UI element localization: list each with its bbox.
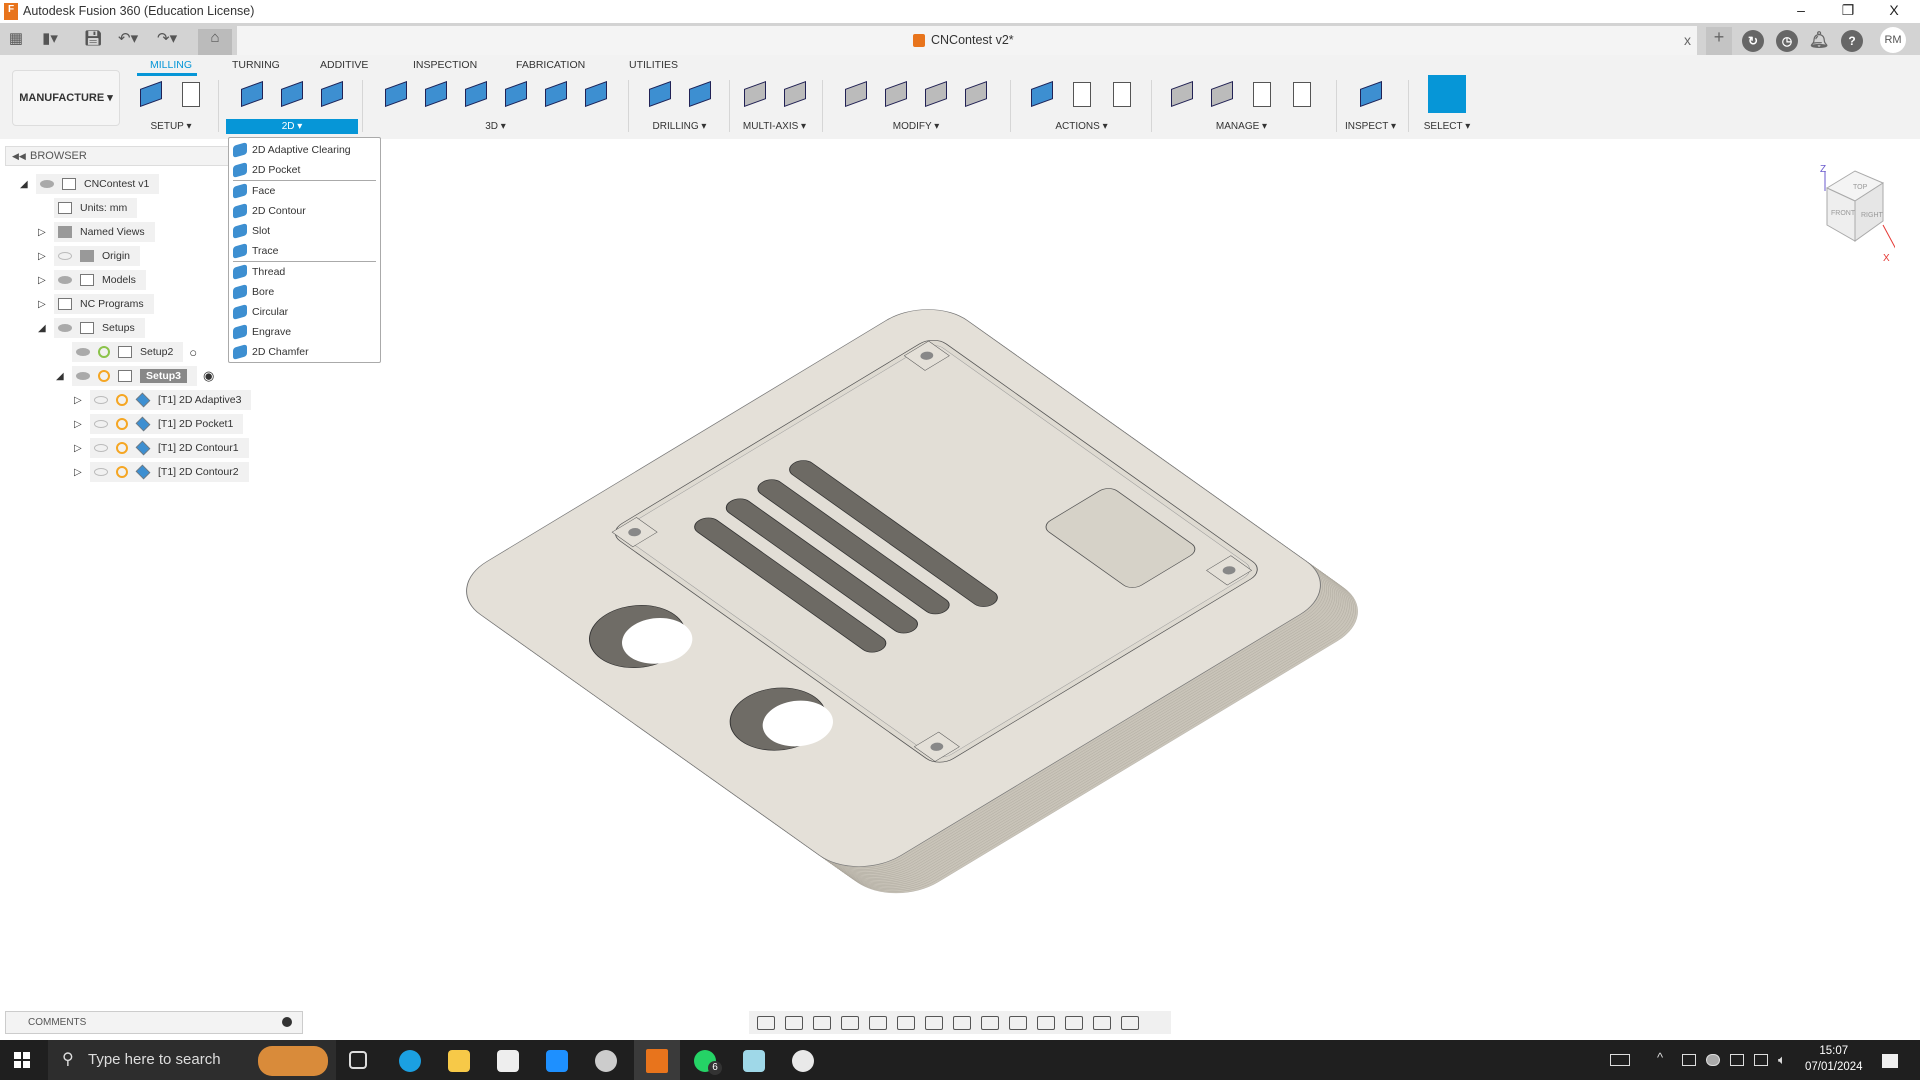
menu-item-label: Slot [252, 225, 271, 237]
news-widget-icon[interactable] [1610, 1054, 1630, 1066]
network-icon[interactable] [1754, 1054, 1768, 1066]
menu-item-label: 2D Adaptive Clearing [252, 144, 351, 156]
add-comment-icon[interactable] [282, 1017, 292, 1027]
camera-icon[interactable] [1682, 1054, 1696, 1066]
zoom-icon[interactable] [841, 1015, 859, 1030]
app-icon[interactable] [595, 1050, 617, 1072]
face-icon [233, 183, 247, 199]
display-settings-icon[interactable] [897, 1015, 915, 1030]
section-icon[interactable] [981, 1015, 999, 1030]
2d-dropdown-menu: 2D Adaptive Clearing 2D Pocket Face 2D Cont… [228, 137, 381, 363]
menu-item-2d-adaptive-clearing[interactable]: 2D Adaptive Clearing [229, 140, 380, 160]
2d-pocket-icon [233, 162, 247, 178]
windows-start-icon[interactable] [14, 1052, 30, 1068]
volume-icon[interactable]: 🔈︎ [1778, 1052, 1786, 1068]
2d-contour-icon [233, 203, 247, 219]
circular-icon [233, 304, 247, 320]
mail-icon[interactable] [546, 1050, 568, 1072]
taskbar-search-box[interactable]: ⚲ Type here to search [48, 1040, 336, 1080]
menu-item-label: Circular [252, 306, 289, 318]
menu-item-slot[interactable]: Slot [229, 221, 380, 241]
x-axis-line [1882, 224, 1898, 252]
menu-item-label: Bore [252, 286, 275, 298]
menu-item-circular[interactable]: Circular [229, 302, 380, 322]
menu-item-trace[interactable]: Trace [229, 241, 380, 261]
snipping-tool-icon[interactable] [792, 1050, 814, 1072]
comments-label: COMMENTS [28, 1017, 87, 1028]
menu-item-face[interactable]: Face [229, 181, 380, 201]
fit-icon[interactable] [869, 1015, 887, 1030]
menu-item-label: Trace [252, 245, 279, 257]
cnc-part-model [466, 309, 1358, 894]
fusion-app-icon [646, 1049, 668, 1073]
rotate-icon[interactable] [1009, 1015, 1027, 1030]
viewcube-top-label: TOP [1853, 184, 1868, 191]
2d-chamfer-icon [233, 344, 247, 360]
menu-item-2d-chamfer[interactable]: 2D Chamfer [229, 342, 380, 362]
onedrive-warning-icon[interactable] [1706, 1054, 1720, 1066]
thread-icon [233, 264, 247, 280]
microsoft-store-icon[interactable] [497, 1050, 519, 1072]
menu-item-label: Face [252, 185, 276, 197]
menu-item-bore[interactable]: Bore [229, 282, 380, 302]
orbit-icon[interactable] [757, 1015, 775, 1030]
viewcube-right-label: RIGHT [1861, 212, 1884, 219]
battery-icon[interactable] [1730, 1054, 1744, 1066]
2d-adaptive-clearing-icon [233, 142, 247, 158]
whatsapp-badge: 6 [708, 1061, 722, 1075]
comments-panel[interactable]: COMMENTS [5, 1011, 303, 1034]
menu-item-label: 2D Contour [252, 205, 306, 217]
notification-center-icon[interactable] [1882, 1054, 1898, 1068]
notes-app-icon[interactable] [743, 1050, 765, 1072]
viewcube[interactable]: TOP FRONT RIGHT Z X [1815, 163, 1898, 264]
engrave-icon [233, 324, 247, 340]
tool-icon[interactable] [1093, 1015, 1111, 1030]
slot-icon [233, 223, 247, 239]
clock-date: 07/01/2024 [1805, 1061, 1863, 1073]
menu-item-thread[interactable]: Thread [229, 262, 380, 282]
viewports-icon[interactable] [953, 1015, 971, 1030]
system-clock[interactable]: 15:07 07/01/2024 [1805, 1043, 1863, 1075]
search-highlight-image [258, 1046, 328, 1076]
viewcube-graphic[interactable]: TOP FRONT RIGHT Z X [1815, 163, 1898, 264]
camera-icon[interactable] [1065, 1015, 1083, 1030]
pan-icon[interactable] [813, 1015, 831, 1030]
file-explorer-icon[interactable] [448, 1050, 470, 1072]
menu-item-2d-contour[interactable]: 2D Contour [229, 201, 380, 221]
stock-icon[interactable] [1121, 1015, 1139, 1030]
viewcube-front-label: FRONT [1831, 210, 1856, 217]
menu-item-label: 2D Chamfer [252, 346, 309, 358]
menu-item-label: 2D Pocket [252, 164, 301, 176]
whatsapp-icon[interactable]: 6 [694, 1050, 722, 1075]
appearance-icon[interactable] [1037, 1015, 1055, 1030]
look-at-icon[interactable] [785, 1015, 803, 1030]
clock-time: 15:07 [1819, 1045, 1849, 1057]
grid-icon[interactable] [925, 1015, 943, 1030]
navigation-bar [749, 1011, 1171, 1034]
menu-item-engrave[interactable]: Engrave [229, 322, 380, 342]
fusion-taskbar-button[interactable] [634, 1040, 680, 1080]
trace-icon [233, 243, 247, 259]
edge-browser-icon[interactable] [399, 1050, 421, 1072]
menu-item-label: Thread [252, 266, 286, 278]
z-axis-label: Z [1820, 164, 1826, 175]
menu-item-label: Engrave [252, 326, 292, 338]
search-icon: ⚲ [62, 1051, 74, 1068]
search-placeholder: Type here to search [88, 1051, 221, 1068]
x-axis-label: X [1883, 253, 1890, 263]
show-hidden-icons-chevron[interactable]: ^ [1657, 1050, 1663, 1065]
bore-icon [233, 284, 247, 300]
menu-item-2d-pocket[interactable]: 2D Pocket [229, 160, 380, 180]
task-view-icon[interactable] [349, 1051, 367, 1069]
